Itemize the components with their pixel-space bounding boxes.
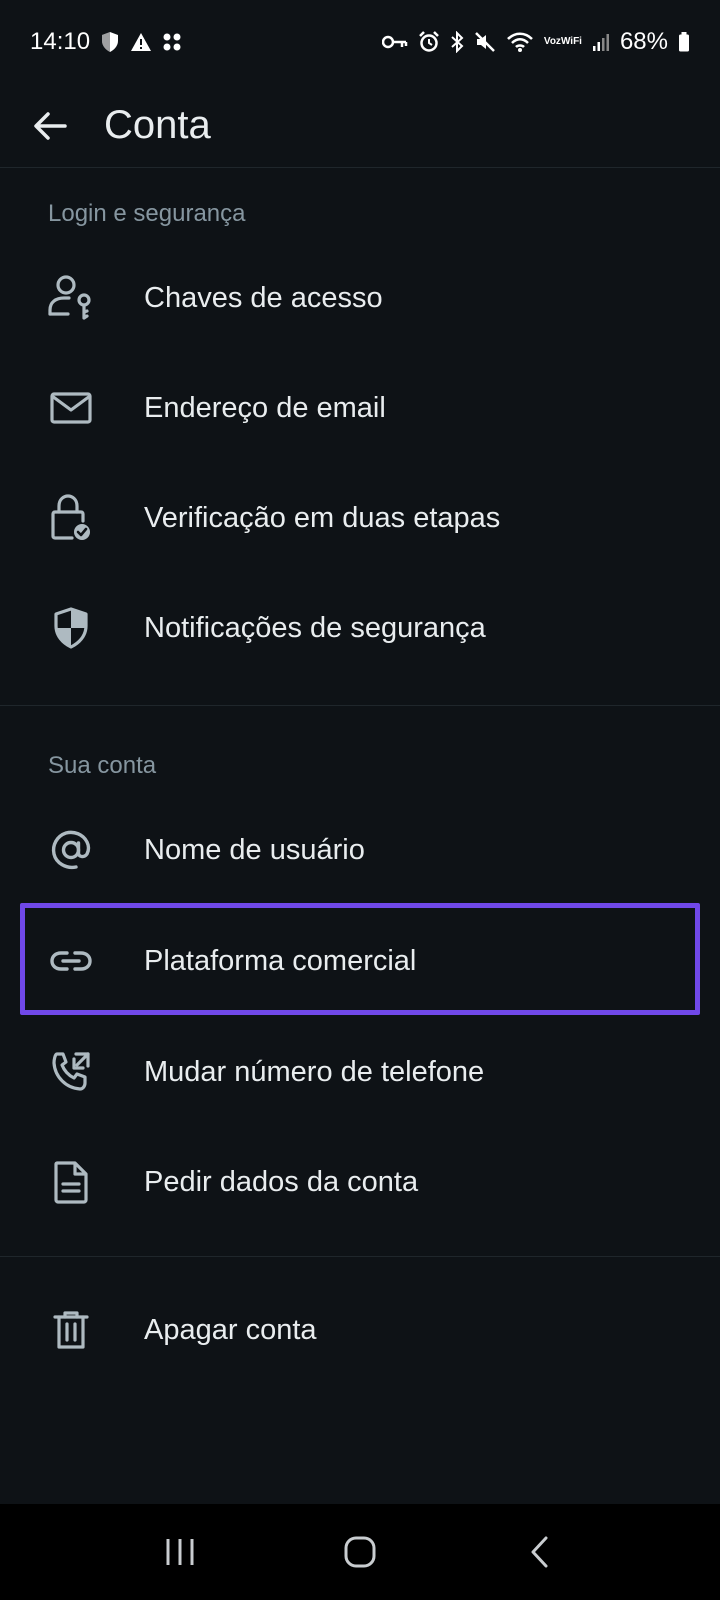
highlight-box [20, 903, 700, 1015]
at-icon [0, 795, 144, 905]
status-time: 14:10 [30, 28, 91, 55]
voz-bottom: WiFi [560, 36, 582, 47]
menu-item-label: Mudar número de telefone [144, 1055, 485, 1088]
chevron-left-icon [531, 1536, 548, 1568]
menu-item-request-account-info[interactable]: Pedir dados da conta [0, 1127, 720, 1237]
phone-swap-icon [0, 1017, 144, 1127]
menu-item-label: Chaves de acesso [144, 281, 383, 314]
menu-item-passkeys[interactable]: Chaves de acesso [0, 243, 720, 353]
battery-percent: 68% [619, 28, 668, 55]
recent-apps-icon [166, 1539, 194, 1565]
menu-item-label: Apagar conta [144, 1313, 317, 1346]
section-header-your-account: Sua conta [48, 752, 157, 779]
battery-icon [678, 31, 690, 53]
warning-icon [130, 32, 152, 52]
document-icon [0, 1127, 144, 1237]
menu-item-delete-account[interactable]: Apagar conta [0, 1275, 720, 1385]
alarm-icon [418, 31, 440, 53]
trash-icon [0, 1275, 144, 1385]
status-bar: 14:10 Voz WiFi 68% [0, 0, 720, 84]
email-icon [0, 353, 144, 463]
menu-item-label: Nome de usuário [144, 833, 365, 866]
mute-icon [474, 31, 496, 53]
signal-icon [592, 32, 610, 52]
wifi-icon [506, 31, 534, 53]
menu-item-label: Verificação em duas etapas [144, 501, 501, 534]
menu-item-username[interactable]: Nome de usuário [0, 795, 720, 905]
section-header-login-security: Login e segurança [48, 200, 246, 227]
menu-item-security-notifications[interactable]: Notificações de segurança [0, 573, 720, 683]
nav-back-button[interactable] [500, 1512, 580, 1592]
shield-icon [0, 573, 144, 683]
lock-check-icon [0, 463, 144, 573]
home-icon [344, 1536, 376, 1568]
menu-item-label: Endereço de email [144, 391, 386, 424]
passkey-icon [0, 243, 144, 353]
recent-apps-button[interactable] [140, 1512, 220, 1592]
menu-item-two-step-verification[interactable]: Verificação em duas etapas [0, 463, 720, 573]
home-button[interactable] [320, 1512, 400, 1592]
arrow-back-icon [34, 111, 67, 140]
status-right: Voz WiFi 68% [381, 28, 690, 56]
section-divider [0, 1256, 720, 1257]
apps-grid-icon [162, 32, 182, 52]
voz-top: Voz [543, 36, 561, 47]
app-bar: Conta [0, 84, 720, 168]
section-divider [0, 705, 720, 706]
menu-item-label: Notificações de segurança [144, 611, 486, 644]
voz-wifi-label: Voz WiFi [544, 37, 582, 47]
back-button[interactable] [0, 84, 100, 168]
status-left: 14:10 [30, 28, 182, 56]
bluetooth-icon [450, 31, 464, 53]
menu-item-label: Pedir dados da conta [144, 1165, 419, 1198]
menu-item-change-phone-number[interactable]: Mudar número de telefone [0, 1017, 720, 1127]
key-status-icon [381, 34, 408, 50]
system-navigation-bar [0, 1504, 720, 1600]
page-title: Conta [104, 103, 211, 147]
menu-item-email-address[interactable]: Endereço de email [0, 353, 720, 463]
shield-status-icon [100, 31, 120, 53]
